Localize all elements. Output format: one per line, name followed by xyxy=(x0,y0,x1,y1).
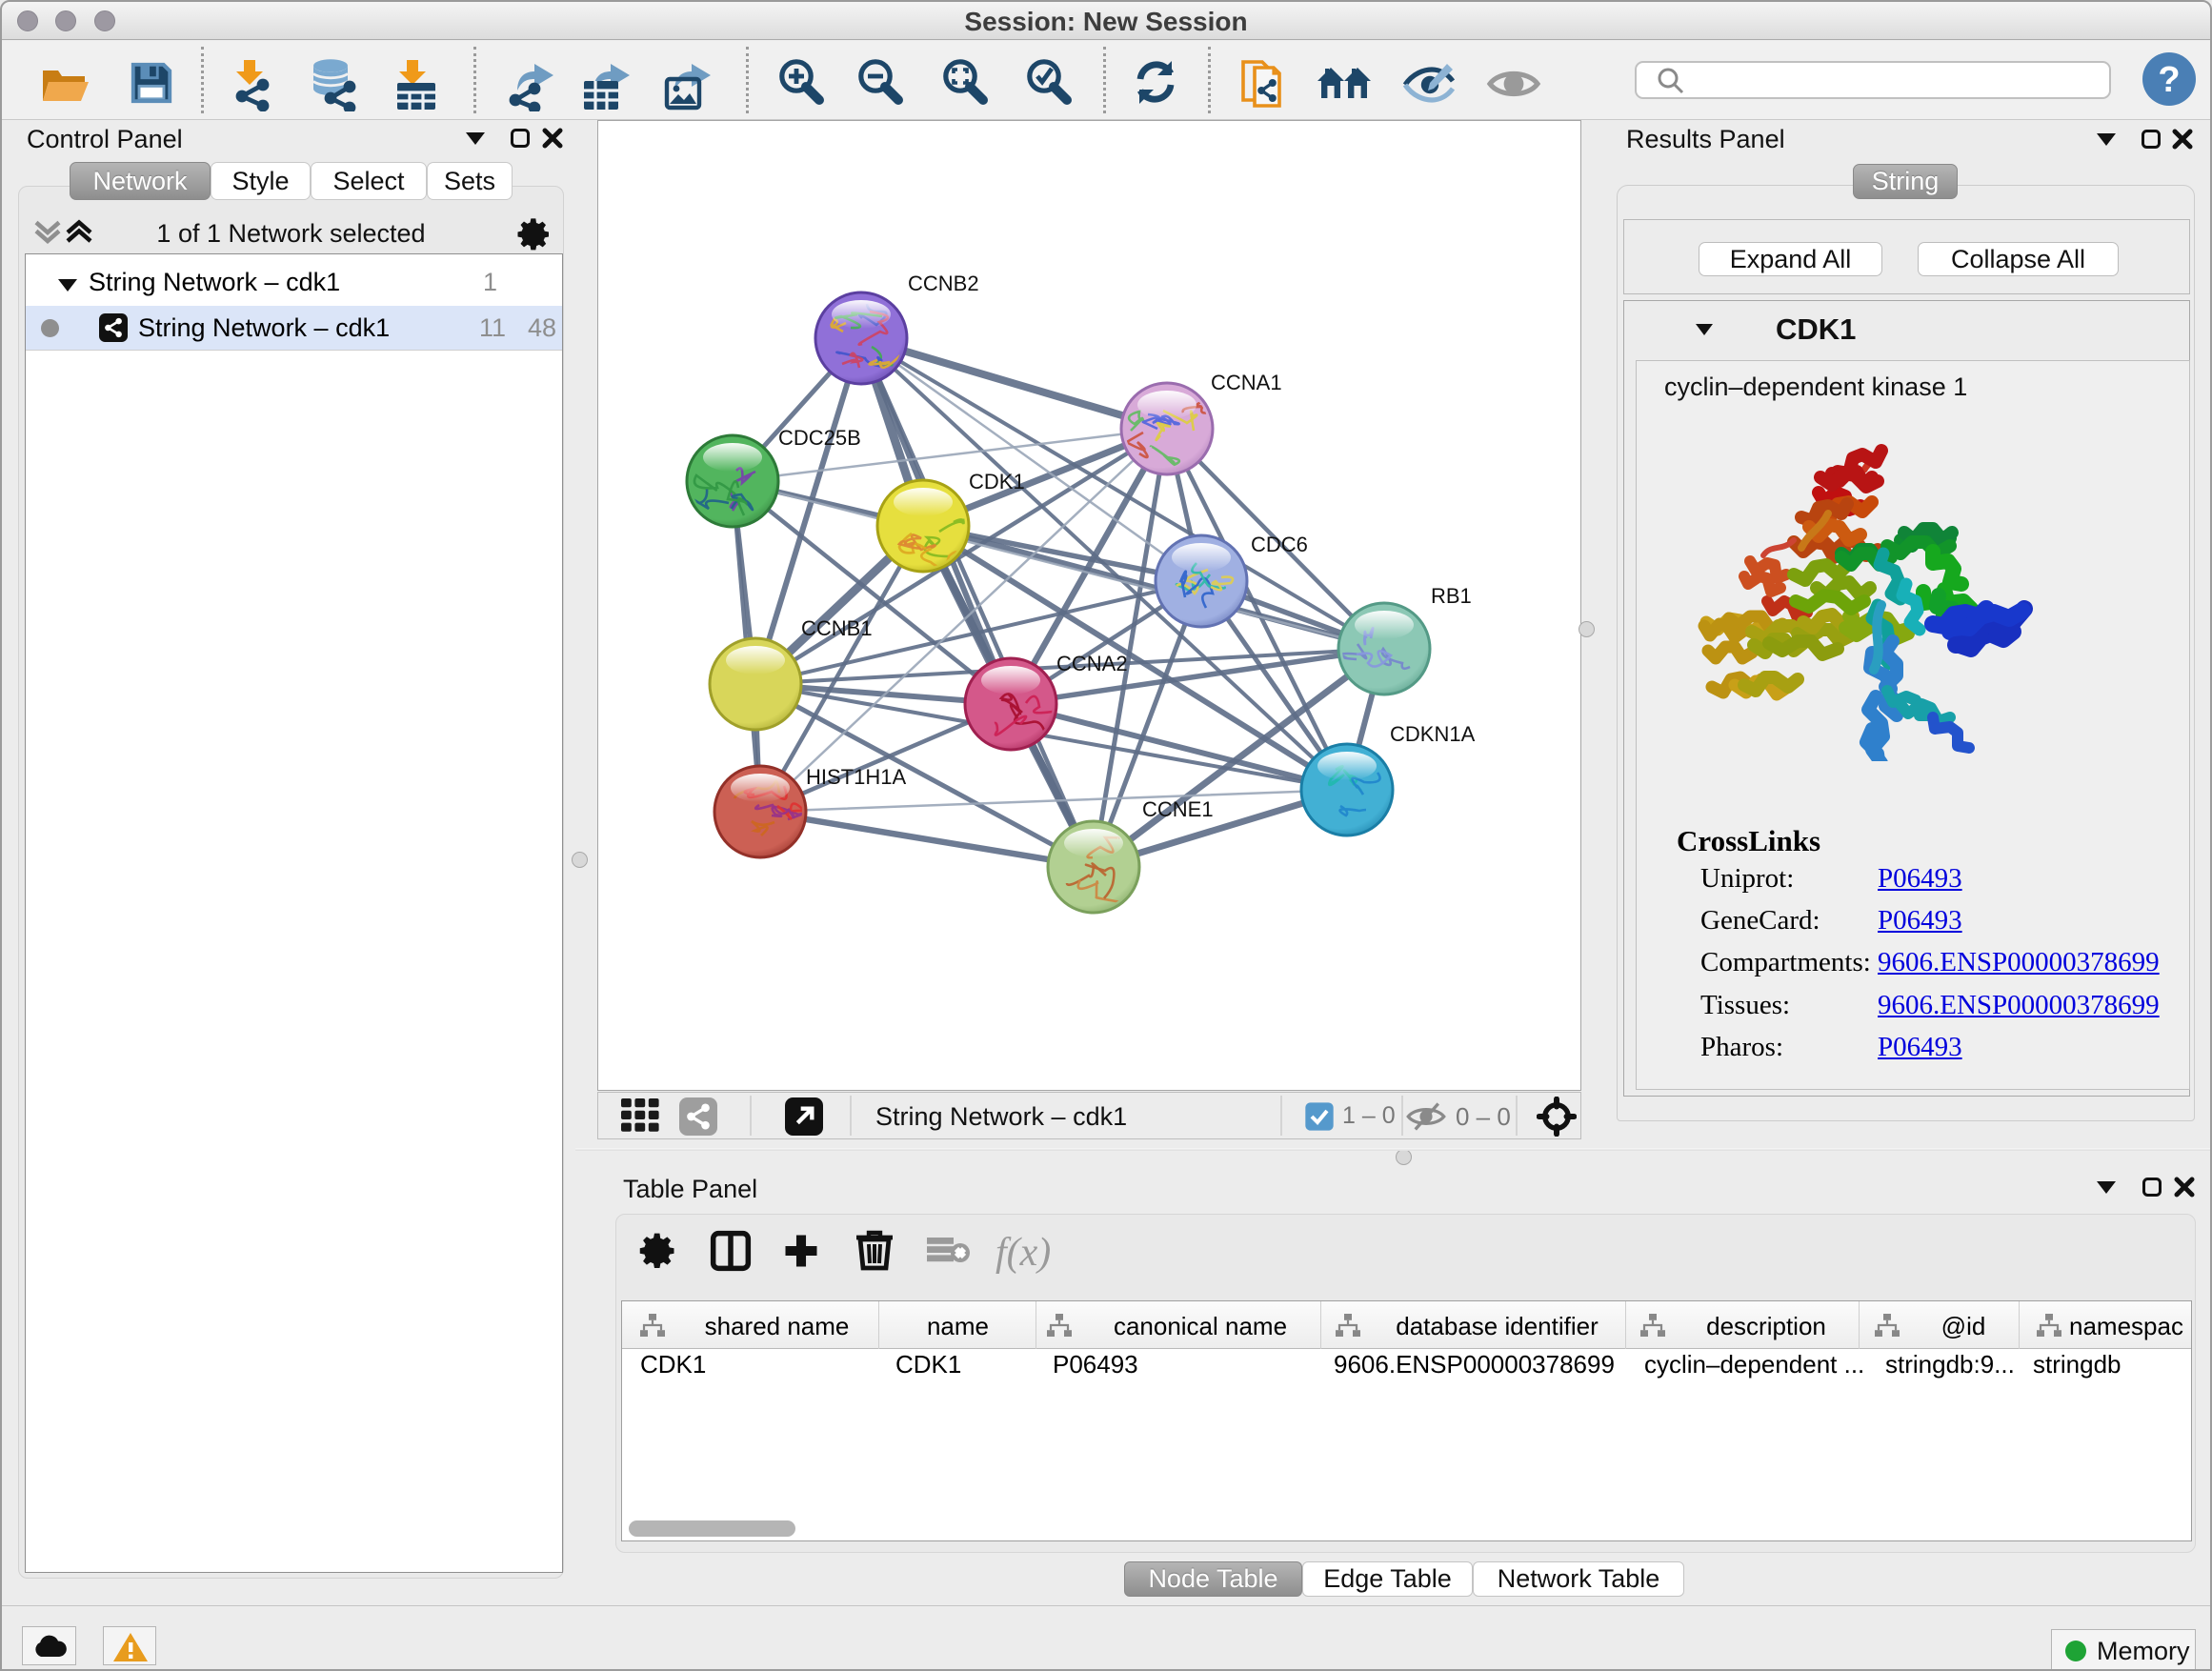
svg-text:CDC25B: CDC25B xyxy=(778,426,861,450)
svg-text:CCNB2: CCNB2 xyxy=(908,272,979,295)
svg-text:CCNE1: CCNE1 xyxy=(1142,797,1214,821)
svg-text:CDKN1A: CDKN1A xyxy=(1390,722,1476,746)
svg-text:HIST1H1A: HIST1H1A xyxy=(806,765,906,789)
svg-text:CCNA1: CCNA1 xyxy=(1211,371,1282,394)
svg-text:RB1: RB1 xyxy=(1431,584,1472,608)
svg-text:?: ? xyxy=(2158,60,2180,100)
svg-text:CCNB1: CCNB1 xyxy=(801,616,873,640)
svg-text:CCNA2: CCNA2 xyxy=(1056,652,1128,675)
svg-text:CDC6: CDC6 xyxy=(1251,533,1308,556)
svg-text:CDK1: CDK1 xyxy=(969,470,1025,493)
